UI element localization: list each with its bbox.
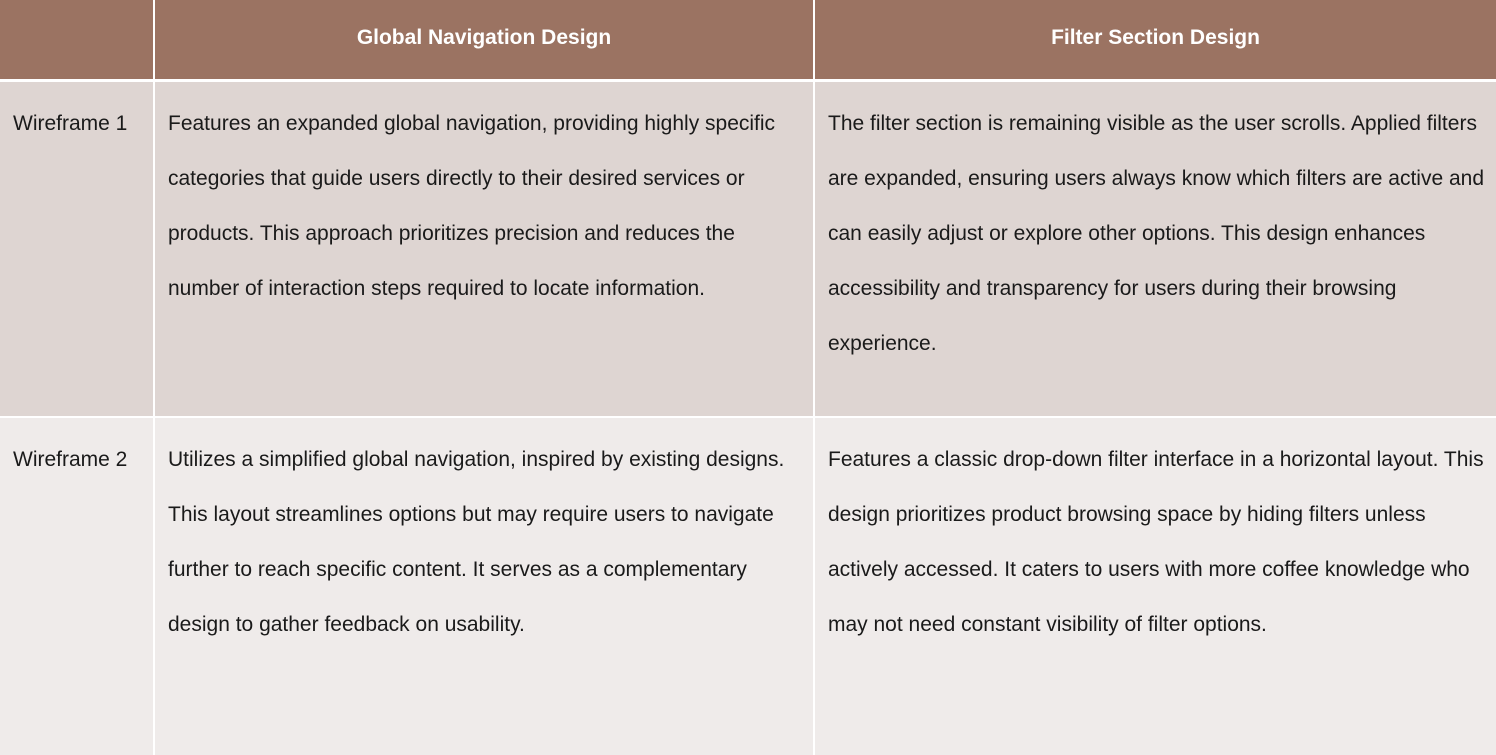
row-label: Wireframe 1 [0, 80, 154, 418]
header-row: Global Navigation Design Filter Section … [0, 0, 1496, 82]
header-filter-section: Filter Section Design [813, 0, 1496, 82]
table-row: Wireframe 2 Utilizes a simplified global… [0, 417, 1496, 755]
global-navigation-cell: Features an expanded global navigation, … [153, 80, 814, 418]
filter-section-cell: The filter section is remaining visible … [813, 80, 1496, 418]
global-navigation-cell: Utilizes a simplified global navigation,… [153, 417, 814, 755]
row-label: Wireframe 2 [0, 417, 154, 755]
header-global-navigation: Global Navigation Design [153, 0, 814, 82]
comparison-table: Global Navigation Design Filter Section … [0, 0, 1496, 755]
table-row: Wireframe 1 Features an expanded global … [0, 80, 1496, 418]
filter-section-cell: Features a classic drop-down filter inte… [813, 417, 1496, 755]
header-cell-empty [0, 0, 154, 82]
